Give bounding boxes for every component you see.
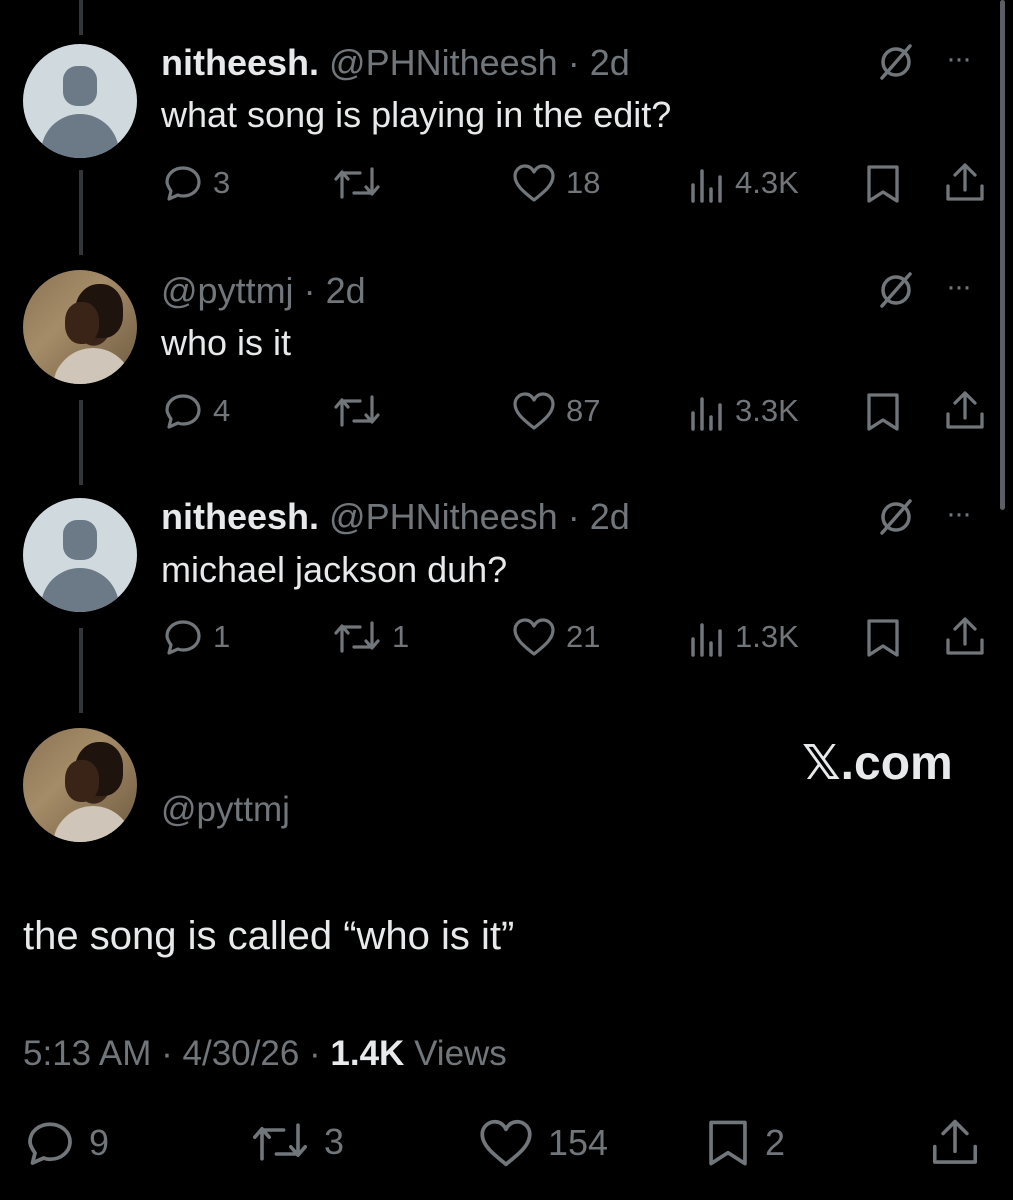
- heart-icon: [480, 1119, 532, 1167]
- share-icon[interactable]: [944, 162, 986, 204]
- x-brand-watermark: 𝕏.com: [802, 737, 953, 790]
- display-name[interactable]: nitheesh.: [161, 496, 319, 537]
- reply-icon: [165, 620, 201, 655]
- like-count: 18: [566, 165, 601, 200]
- handle[interactable]: @pyttmj: [161, 790, 290, 830]
- reply-button[interactable]: 9: [25, 1118, 109, 1168]
- like-count: 87: [566, 393, 601, 428]
- views-button[interactable]: 1.3K: [689, 617, 799, 657]
- more-menu-button[interactable]: ···: [946, 42, 972, 76]
- post-text: michael jackson duh?: [161, 549, 508, 590]
- thread-line: [79, 0, 83, 35]
- display-name[interactable]: nitheesh.: [161, 42, 319, 83]
- share-icon[interactable]: [930, 1118, 980, 1168]
- thread-line: [79, 400, 83, 485]
- grok-icon[interactable]: [876, 270, 916, 310]
- grok-icon[interactable]: [876, 497, 916, 537]
- handle[interactable]: @pyttmj: [161, 270, 294, 311]
- reply-button[interactable]: 4: [163, 391, 230, 431]
- views-button[interactable]: 3.3K: [689, 391, 799, 431]
- more-menu-button[interactable]: ···: [946, 270, 972, 304]
- avatar[interactable]: [23, 728, 137, 842]
- repost-count: 3: [324, 1121, 345, 1162]
- reply-icon: [165, 394, 201, 429]
- bookmark-count: 2: [765, 1122, 786, 1163]
- like-count: 154: [548, 1122, 609, 1163]
- like-count: 21: [566, 619, 601, 654]
- post-time: 5:13 AM · 4/30/26 ·: [23, 1034, 331, 1073]
- views-icon: [691, 397, 722, 431]
- views-icon: [691, 623, 722, 657]
- scrollbar[interactable]: [1000, 0, 1005, 510]
- bookmark-icon[interactable]: [864, 392, 902, 432]
- views-button[interactable]: 4.3K: [689, 163, 799, 203]
- post-header: nitheesh. @PHNitheesh · 2d: [161, 496, 630, 538]
- like-button[interactable]: 154: [478, 1118, 608, 1168]
- bookmark-icon[interactable]: [864, 618, 902, 658]
- post-text: the song is called “who is it”: [23, 914, 515, 958]
- views-label: Views: [414, 1034, 507, 1073]
- heart-icon: [513, 392, 555, 430]
- repost-button[interactable]: [332, 391, 392, 431]
- heart-icon: [513, 618, 555, 656]
- reply-count: 9: [89, 1122, 110, 1163]
- post-header: nitheesh. @PHNitheesh · 2d: [161, 42, 630, 84]
- reply-icon: [28, 1122, 72, 1165]
- share-icon[interactable]: [944, 390, 986, 432]
- reply-count: 4: [213, 393, 231, 428]
- repost-count: 1: [392, 619, 410, 654]
- thread-line: [79, 628, 83, 713]
- bookmark-icon: [709, 1120, 747, 1166]
- repost-button[interactable]: 1: [332, 617, 409, 657]
- views-icon: [691, 169, 722, 203]
- handle[interactable]: @PHNitheesh: [329, 496, 558, 537]
- view-count: 1.4K: [330, 1034, 405, 1073]
- bookmark-icon[interactable]: [864, 164, 902, 204]
- post-text: who is it: [161, 322, 292, 363]
- post-time: · 2d: [567, 42, 630, 83]
- view-count: 4.3K: [735, 165, 799, 200]
- avatar[interactable]: [23, 44, 137, 158]
- like-button[interactable]: 18: [512, 163, 600, 203]
- more-menu-button[interactable]: ···: [946, 497, 972, 531]
- post-time: · 2d: [303, 270, 366, 311]
- share-icon[interactable]: [944, 616, 986, 658]
- handle[interactable]: @PHNitheesh: [329, 42, 558, 83]
- like-button[interactable]: 21: [512, 617, 600, 657]
- post-timestamp: 5:13 AM · 4/30/26 · 1.4K Views: [23, 1034, 507, 1074]
- thread-line: [79, 170, 83, 255]
- reply-button[interactable]: 1: [163, 617, 230, 657]
- view-count: 1.3K: [735, 619, 799, 654]
- heart-icon: [513, 164, 555, 202]
- bookmark-button[interactable]: 2: [705, 1118, 785, 1168]
- avatar[interactable]: [23, 270, 137, 384]
- post-header: @pyttmj · 2d: [161, 270, 366, 312]
- reply-count: 3: [213, 165, 231, 200]
- view-count: 3.3K: [735, 393, 799, 428]
- like-button[interactable]: 87: [512, 391, 600, 431]
- repost-icon: [334, 621, 380, 653]
- post-text: what song is playing in the edit?: [161, 94, 672, 135]
- grok-icon[interactable]: [876, 42, 916, 82]
- post-time: · 2d: [567, 496, 630, 537]
- reply-count: 1: [213, 619, 231, 654]
- repost-icon: [253, 1123, 307, 1161]
- avatar[interactable]: [23, 498, 137, 612]
- reply-button[interactable]: 3: [163, 163, 230, 203]
- repost-button[interactable]: [332, 163, 392, 203]
- repost-button[interactable]: 3: [250, 1118, 344, 1166]
- repost-icon: [334, 395, 380, 427]
- reply-icon: [165, 166, 201, 201]
- repost-icon: [334, 167, 380, 199]
